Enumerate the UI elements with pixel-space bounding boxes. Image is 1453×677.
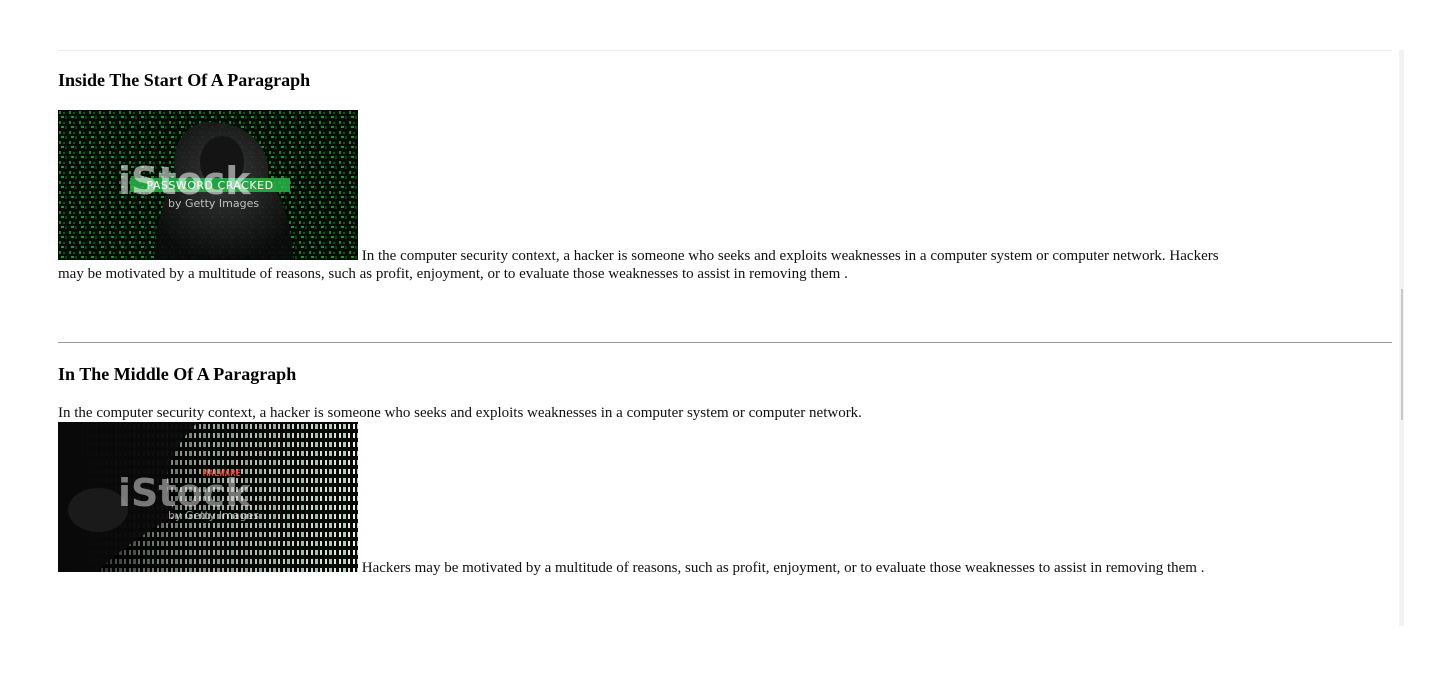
hacker-password-illustration: PASSWORD CRACKED iStock by Getty Images bbox=[58, 110, 358, 260]
section-heading: Inside The Start Of A Paragraph bbox=[58, 70, 311, 90]
paragraph-with-leading-image: PASSWORD CRACKED iStock by Getty Images … bbox=[58, 110, 1228, 283]
paragraph-with-inline-image: In the computer security context, a hack… bbox=[58, 404, 1338, 577]
watermark-byline: by Getty Images bbox=[168, 509, 259, 522]
section-heading: In The Middle Of A Paragraph bbox=[58, 364, 297, 384]
hacker-password-image: PASSWORD CRACKED iStock by Getty Images bbox=[58, 110, 358, 260]
paragraph-text-after: Hackers may be motivated by a multitude … bbox=[361, 560, 1205, 576]
scrollbar-thumb[interactable] bbox=[1401, 289, 1403, 420]
hacker-malware-image: MALWARE iStock by Getty Images bbox=[58, 422, 358, 572]
top-border bbox=[58, 50, 1392, 51]
section-start-of-paragraph: Inside The Start Of A Paragraph PASSWORD… bbox=[58, 69, 1392, 283]
paragraph-text-before: In the computer security context, a hack… bbox=[58, 405, 862, 421]
section-middle-of-paragraph: In The Middle Of A Paragraph In the comp… bbox=[58, 363, 1392, 577]
hacker-malware-illustration: MALWARE iStock by Getty Images bbox=[58, 422, 358, 572]
watermark-byline: by Getty Images bbox=[168, 197, 259, 210]
section-divider bbox=[58, 342, 1392, 343]
